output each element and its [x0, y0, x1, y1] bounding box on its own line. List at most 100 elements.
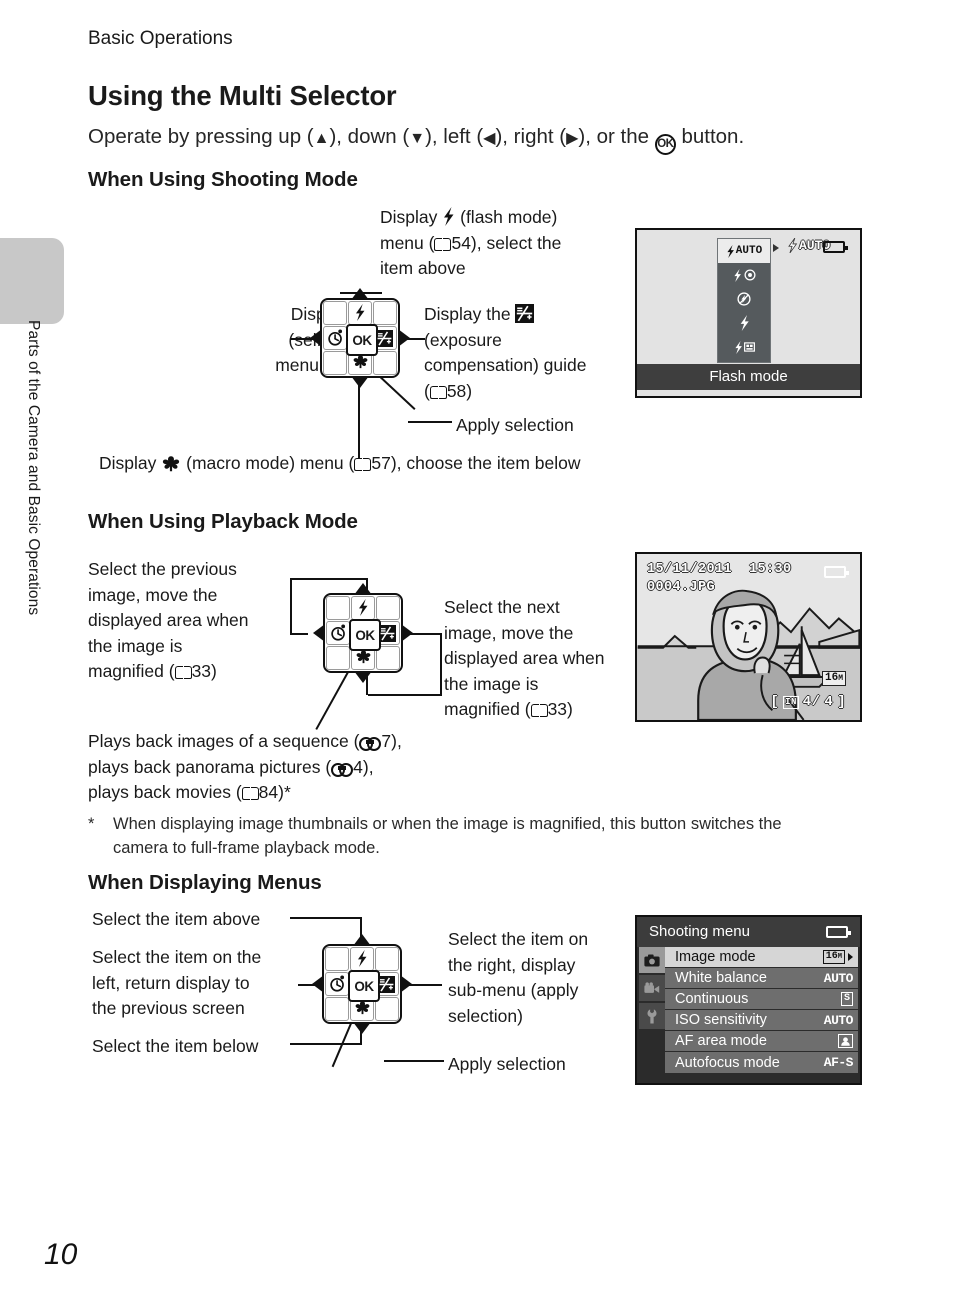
flash-option-red-eye[interactable] [718, 263, 770, 287]
movie-camera-icon [644, 981, 660, 993]
callout-text: sub-menu (apply [448, 980, 579, 1000]
advanced-reference-icon [359, 737, 382, 751]
multi-selector-menus[interactable]: OK [312, 934, 412, 1034]
flash-option-fill[interactable] [718, 311, 770, 335]
callout-shooting-center: Apply selection [456, 415, 574, 435]
callout-text: 84)* [258, 782, 291, 802]
multi-selector-shooting[interactable]: OK [310, 288, 410, 388]
callout-text: magnified ( [444, 699, 531, 719]
selector-cell [375, 947, 399, 971]
menu-row-label: Continuous [675, 991, 749, 1007]
tab-shooting[interactable] [639, 947, 665, 973]
selector-arrow-left[interactable] [310, 329, 322, 347]
flash-icon [788, 238, 798, 253]
menu-row-value: AF-S [823, 1055, 854, 1070]
callout-menu-left: Select the item on the left, return disp… [92, 945, 307, 1022]
selector-arrow-right[interactable] [398, 329, 410, 347]
menu-row-continuous[interactable]: Continuous S [665, 989, 858, 1010]
selector-arrow-right[interactable] [401, 624, 413, 642]
playback-screen: 15/11/2011 15:30 0004.JPG 16M [IN 4/4] [635, 552, 862, 722]
flash-icon [740, 315, 749, 331]
tab-setup[interactable] [639, 1003, 665, 1029]
callout-text: (flash mode) [455, 207, 558, 227]
flash-options-list[interactable]: AUTO [717, 238, 771, 363]
menu-title-bar: Shooting menu [637, 917, 860, 947]
macro-icon [161, 454, 181, 472]
callout-text: compensation) guide [424, 355, 587, 375]
callout-text: Plays back images of a sequence ( [88, 731, 360, 751]
macro-icon [355, 649, 372, 669]
callout-text: the right, display [448, 954, 576, 975]
selector-arrow-left[interactable] [313, 624, 325, 642]
manual-reference-icon [530, 703, 548, 717]
frame-counter: [IN 4/4] [770, 694, 846, 710]
footnote-line-2: camera to full-frame playback mode. [113, 839, 380, 857]
playback-filename: 0004.JPG [647, 580, 716, 595]
playback-date: 15/11/2011 [647, 562, 733, 577]
menu-tab-strip[interactable] [639, 947, 665, 1031]
selector-arrow-up[interactable] [351, 288, 369, 300]
selector-arrow-down[interactable] [354, 671, 372, 683]
menu-row-iso-sensitivity[interactable]: ISO sensitivity AUTO [665, 1010, 858, 1031]
menu-row-autofocus-mode[interactable]: Autofocus mode AF-S [665, 1052, 858, 1073]
callout-text: Display [380, 207, 443, 227]
intro-text-c: ), left ( [425, 125, 484, 148]
menu-row-af-area-mode[interactable]: AF area mode [665, 1031, 858, 1052]
playback-datetime: 15/11/2011 15:30 [647, 562, 792, 577]
footnote: * When displaying image thumbnails or wh… [88, 812, 858, 860]
ok-button[interactable]: OK [348, 970, 380, 1002]
intro-text-f: button. [675, 125, 745, 148]
exposure-compensation-icon [376, 330, 393, 352]
menu-row-label: AF area mode [675, 1033, 767, 1049]
menu-row-image-mode[interactable]: Image mode 16M [665, 947, 858, 968]
leader-line [384, 1060, 444, 1063]
leader-line [290, 633, 308, 636]
flash-menu-pointer [773, 244, 779, 252]
selector-cell [376, 596, 400, 620]
flash-icon [356, 950, 368, 972]
menu-row-white-balance[interactable]: White balance AUTO [665, 968, 858, 989]
menu-row-value-unit: M [837, 953, 842, 961]
intro-text-e: ), or the [578, 125, 655, 148]
flash-option-auto[interactable]: AUTO [718, 239, 770, 263]
callout-text: image, move the [88, 584, 218, 605]
callout-text: (exposure [424, 329, 502, 350]
ok-button[interactable]: OK [346, 324, 378, 356]
callout-text: 4), [353, 756, 374, 777]
selector-arrow-down[interactable] [351, 376, 369, 388]
running-head: Basic Operations [88, 28, 233, 49]
callout-text: menu ( [380, 232, 435, 253]
callout-menu-below: Select the item below [92, 1036, 259, 1056]
image-size-indicator: 16M [821, 671, 846, 686]
callout-text: Select the next [444, 597, 560, 617]
up-triangle-icon: ▲ [313, 130, 330, 147]
selector-cell [373, 301, 397, 325]
selector-arrow-right[interactable] [400, 975, 412, 993]
callout-text: Select the item on [448, 929, 589, 949]
selector-arrow-left[interactable] [312, 975, 324, 993]
callout-text: 58) [446, 380, 473, 401]
callout-text: the image is [444, 673, 539, 694]
selector-arrow-down[interactable] [353, 1022, 371, 1034]
menu-row-value: AUTO [823, 970, 854, 986]
callout-text: image, move the [444, 622, 574, 643]
callout-playback-right: Select the next image, move the displaye… [444, 595, 644, 723]
menu-item-list[interactable]: Image mode 16M White balance AUTO Contin… [665, 947, 858, 1073]
flash-option-slow-sync[interactable] [718, 335, 770, 359]
menu-title-text: Shooting menu [649, 923, 750, 940]
section-heading-menus: When Displaying Menus [88, 871, 322, 894]
tab-movie[interactable] [639, 975, 665, 1001]
exposure-compensation-icon [515, 304, 535, 323]
battery-icon [823, 241, 848, 253]
flash-off-icon [737, 292, 751, 306]
selector-arrow-up[interactable] [353, 934, 371, 946]
flash-option-off[interactable] [718, 287, 770, 311]
selector-arrow-up[interactable] [354, 583, 372, 595]
callout-playback-center: Plays back images of a sequence (7), pla… [88, 729, 508, 806]
callout-text: 57), choose the item below [371, 453, 581, 473]
multi-selector-playback[interactable]: OK [313, 583, 413, 683]
selector-cell [326, 646, 350, 670]
right-triangle-icon: ▶ [566, 130, 579, 147]
leader-line [290, 917, 362, 920]
ok-button[interactable]: OK [349, 619, 381, 651]
